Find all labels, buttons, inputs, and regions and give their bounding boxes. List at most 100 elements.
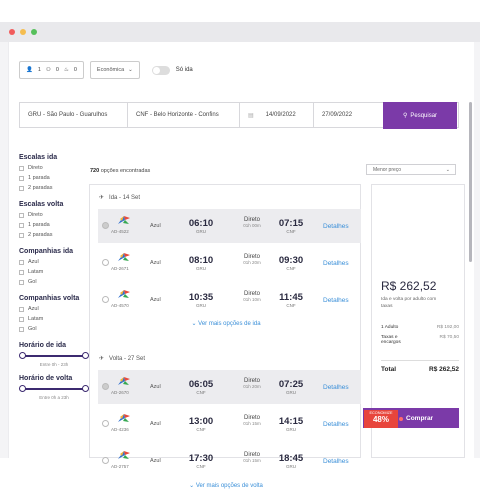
filter-option[interactable]: 1 parada (19, 220, 89, 230)
calendar-icon: ▤ (248, 112, 254, 119)
flight-row[interactable]: AD-2670 Azul 06:05 CNF Direto 01h 20m 07:25 GRU… (98, 370, 361, 404)
maximize-dot[interactable] (31, 29, 37, 35)
filter-option[interactable]: Azul (19, 304, 89, 314)
filter-title-airlines-outbound: Companhias ida (19, 248, 74, 255)
duration: 01h 15m (243, 421, 261, 426)
filter-title-stops-outbound: Escalas ida (19, 154, 58, 161)
filter-option-label: Gol (28, 326, 37, 332)
filter-option[interactable]: Azul (19, 257, 89, 267)
time-outbound-slider[interactable] (19, 352, 89, 360)
return-date-field[interactable]: 27/09/2022 (314, 103, 384, 127)
duration: 01h 20m (243, 384, 261, 389)
results-list: ✈ Ida - 14 Set AD-4522 Azul 06:10 GRU Direto… (89, 184, 362, 489)
details-link[interactable]: Detalhes (323, 421, 349, 428)
flight-row[interactable]: AD-4236 Azul 13:00 CNF Direto 01h 15m 14:15 GRU… (98, 407, 361, 441)
flight-row[interactable]: AD-2671 Azul 08:10 GRU Direto 01h 20m 09:30 CNF… (98, 246, 361, 280)
one-way-toggle[interactable] (151, 65, 170, 75)
depart-date-value: 14/09/2022 (265, 112, 296, 118)
checkbox[interactable] (19, 232, 24, 238)
search-options-row: 👤 1 ⚇ 0 ♨ 0 Econômica ⌄ Só ida (19, 60, 193, 80)
flight-radio[interactable] (102, 420, 109, 427)
more-return-link[interactable]: ⌄ Ver mais opções de volta (90, 482, 362, 489)
departure: 06:10 GRU (186, 218, 216, 234)
filter-option[interactable]: 2 paradas (19, 230, 89, 240)
time-return-slider[interactable] (19, 385, 89, 393)
filter-option[interactable]: Gol (19, 277, 89, 287)
duration: 01h 20m (243, 260, 261, 265)
slider-track (22, 355, 86, 357)
stops-info: Direto 01h 20m (232, 254, 272, 265)
checkbox[interactable] (19, 175, 24, 181)
departure-time: 13:00 (188, 416, 214, 427)
flight-radio[interactable] (102, 296, 109, 303)
checkbox[interactable] (19, 306, 24, 312)
stops-info: Direto 01h 00m (232, 217, 272, 228)
more-outbound-link[interactable]: ⌄ Ver mais opções de ida (90, 320, 362, 327)
origin-field[interactable]: GRU - São Paulo - Guarulhos (20, 103, 128, 127)
cabin-select[interactable]: Econômica ⌄ (89, 61, 140, 79)
filter-option[interactable]: 1 parada (19, 173, 89, 183)
flight-code: AD-4236 (111, 427, 129, 432)
flight-row[interactable]: AD-4522 Azul 06:10 GRU Direto 01h 00m 07:15 CNF… (98, 209, 361, 243)
checkbox[interactable] (19, 185, 24, 191)
checkbox[interactable] (19, 212, 24, 218)
details-link[interactable]: Detalhes (323, 384, 349, 391)
return-header: ✈ Volta - 27 Set (99, 355, 145, 363)
slider-handle-max[interactable] (82, 385, 89, 392)
checkbox[interactable] (19, 279, 24, 285)
filter-option[interactable]: Latam (19, 267, 89, 277)
destination-value: CNF - Belo Horizonte - Confins (136, 112, 219, 118)
slider-handle-max[interactable] (82, 352, 89, 359)
details-link[interactable]: Detalhes (323, 297, 349, 304)
filter-option[interactable]: Latam (19, 314, 89, 324)
depart-date-field[interactable]: ▤ 14/09/2022 (240, 103, 314, 127)
details-link[interactable]: Detalhes (323, 458, 349, 465)
filter-option[interactable]: Gol (19, 324, 89, 334)
minimize-dot[interactable] (20, 29, 26, 35)
departure-time: 08:10 (188, 255, 214, 266)
scrollbar[interactable] (469, 102, 472, 262)
checkbox[interactable] (19, 259, 24, 265)
slider-handle-min[interactable] (19, 352, 26, 359)
slider-handle-min[interactable] (19, 385, 26, 392)
flight-radio[interactable] (102, 259, 109, 266)
stops-info: Direto 01h 20m (232, 378, 272, 389)
azul-logo-icon (118, 290, 130, 298)
departure: 17:30 CNF (186, 453, 216, 469)
duration: 01h 10m (243, 297, 261, 302)
total-label: Total (381, 366, 397, 373)
checkbox[interactable] (19, 269, 24, 275)
chevron-down-icon: ⌄ (445, 166, 450, 173)
filter-option[interactable]: Direto (19, 163, 89, 173)
flight-row[interactable]: AD-4570 Azul 10:35 GRU Direto 01h 10m 11:45 CNF… (98, 283, 361, 317)
airline-name: Azul (150, 223, 161, 229)
sort-select[interactable]: Menor preço ⌄ (366, 164, 456, 175)
destination-field[interactable]: CNF - Belo Horizonte - Confins (128, 103, 240, 127)
filter-option[interactable]: Direto (19, 210, 89, 220)
flight-radio[interactable] (102, 457, 109, 464)
filter-title-stops-return: Escalas volta (19, 201, 64, 208)
filter-option[interactable]: 2 paradas (19, 183, 89, 193)
details-link[interactable]: Detalhes (323, 223, 349, 230)
infant-count: 0 (73, 67, 77, 73)
one-way-label: Só ida (175, 67, 193, 73)
checkbox[interactable] (19, 222, 24, 228)
details-link[interactable]: Detalhes (323, 260, 349, 267)
departure-airport: GRU (196, 266, 206, 271)
search-button[interactable]: ⚲ Pesquisar (383, 102, 457, 129)
price-note: Ida e volta por adulto com taxas (381, 297, 437, 309)
child-count: 0 (55, 67, 59, 73)
flight-radio[interactable] (102, 222, 109, 229)
buy-button-label[interactable]: Comprar (406, 415, 433, 422)
close-dot[interactable] (9, 29, 15, 35)
flight-radio[interactable] (102, 383, 109, 390)
checkbox[interactable] (19, 326, 24, 332)
flight-row[interactable]: AD-2757 Azul 17:30 CNF Direto 01h 15m 18:45 GRU… (98, 444, 361, 478)
search-button-label: Pesquisar (410, 112, 438, 119)
checkbox[interactable] (19, 316, 24, 322)
checkbox[interactable] (19, 165, 24, 171)
departure-airport: GRU (196, 229, 206, 234)
passenger-selector[interactable]: 👤 1 ⚇ 0 ♨ 0 (19, 61, 84, 79)
return-date-value: 27/09/2022 (322, 112, 353, 118)
adult-count: 1 (37, 67, 41, 73)
